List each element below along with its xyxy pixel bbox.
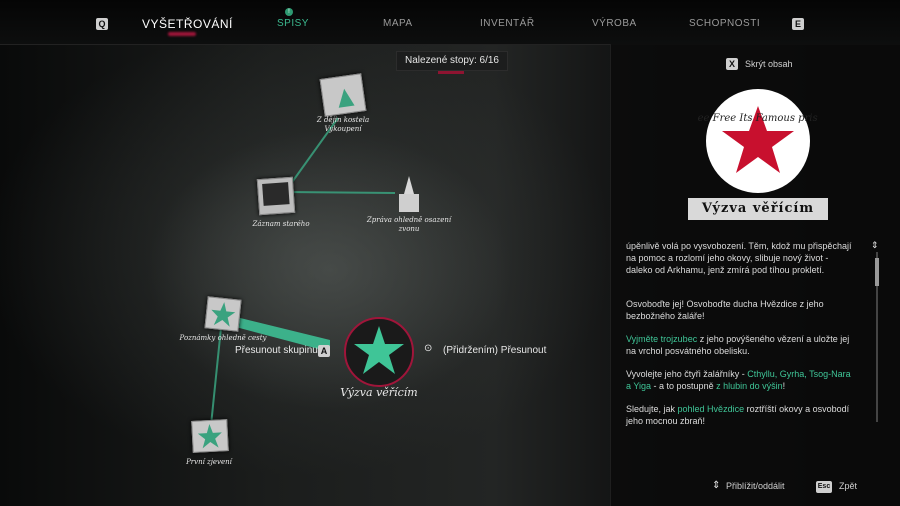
found-clues-underline [438,71,464,74]
clue-title: Výzva věřícím [688,198,828,220]
tab-map[interactable]: MAPA [383,18,413,29]
tab-skills[interactable]: SCHOPNOSTI [689,18,760,29]
node-label: První zjevení [186,458,232,466]
mouse-icon: ⊙ [424,343,433,354]
emblem-text: Free Free Its Famous prison [698,113,818,124]
clue-node-bell-report[interactable]: Zpráva ohledně osazení zvonu [364,172,454,233]
e-key-prompt[interactable]: E [792,18,804,30]
hold-move-label[interactable]: (Přidržením) Přesunout [443,345,546,356]
highlight-text: z hlubin do výšin [716,381,783,391]
move-group-label: Přesunout skupinu [235,345,318,356]
hide-content-button[interactable]: Skrýt obsah [745,59,793,69]
tab-investigation[interactable]: VYŠETŘOVÁNÍ [142,17,233,31]
node-label: Poznámky ohledně cesty [179,334,267,342]
x-key-prompt[interactable]: X [726,58,738,70]
clue-node-path-notes[interactable]: Poznámky ohledně cesty [178,292,268,352]
description-paragraph-2: Osvoboďte jej! Osvoboďte ducha Hvězdice … [626,299,824,321]
church-icon [399,176,419,212]
description-paragraph-1: úpěnlivě volá po vysvobození. Těm, kdož … [626,241,852,275]
body-text: Sledujte, jak [626,404,678,414]
node-label: Výzva věřícím [340,386,418,399]
polaroid-icon [256,176,296,216]
active-tab-indicator [168,32,196,36]
body-text: - a to postupně [651,381,717,391]
highlight-text: pohled Hvězdice [677,404,745,414]
scrollbar-thumb[interactable] [875,258,879,286]
clue-node-selected-call-to-faithful[interactable]: Výzva věřícím [326,316,432,410]
node-label: Zpráva ohledně osazení zvonu [366,216,452,233]
body-text: ! [782,381,786,391]
description-paragraph-3: Vyjměte trojzubec z jeho povýšeného věze… [626,333,854,357]
star-card-icon [204,296,242,332]
tab-files[interactable]: SPISY [277,18,309,29]
emblem-icon: Free Free Its Famous prison [698,89,818,193]
photo-card-icon [319,73,367,117]
highlight-text: Vyjměte trojzubec [626,334,698,344]
clue-node-old-record[interactable]: Záznam starého [238,172,328,232]
description-paragraph-5: Sledujte, jak pohled Hvězdice roztříští … [626,403,854,427]
q-key-prompt[interactable]: Q [96,18,108,30]
scroll-icon: ⇕ [871,240,879,250]
star-emblem-icon [344,317,414,387]
top-navigation-bar: Q VYŠETŘOVÁNÍ ! SPISY MAPA INVENTÁŘ VÝRO… [0,0,900,45]
zoom-hint[interactable]: Přiblížit/oddálit [726,481,785,491]
node-label: Záznam starého [252,220,310,228]
body-text: Vyvolejte jeho čtyři žalářníky - [626,369,748,379]
tab-crafting[interactable]: VÝROBA [592,18,637,29]
back-hint[interactable]: Zpět [839,481,857,491]
a-key-prompt[interactable]: A [318,345,330,357]
node-label: Z dějin kostela Vykoupení [316,116,370,133]
clue-node-first-apparition[interactable]: První zjevení [170,414,260,474]
found-clues-counter: Nalezené stopy: 6/16 [396,51,508,71]
notification-badge: ! [285,8,293,16]
esc-key-prompt[interactable]: Esc [816,481,832,493]
tab-inventory[interactable]: INVENTÁŘ [480,18,535,29]
right-stick-icon: ⇕ [712,480,721,491]
clue-node-church-history[interactable]: Z dějin kostela Vykoupení [300,72,390,152]
star-note-icon [191,419,229,453]
description-paragraph-4: Vyvolejte jeho čtyři žalářníky - Cthyllu… [626,368,854,392]
